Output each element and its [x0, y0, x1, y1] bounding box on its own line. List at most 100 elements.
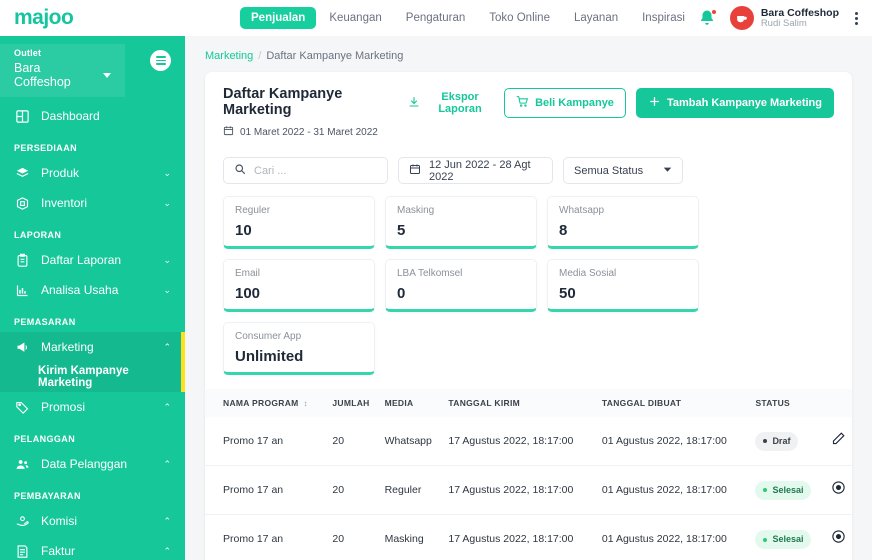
search-field[interactable]	[223, 157, 388, 184]
search-input[interactable]	[254, 164, 374, 177]
topnav-item-pengaturan[interactable]: Pengaturan	[395, 7, 476, 29]
clipboard-icon	[14, 252, 31, 269]
eye-icon[interactable]	[831, 530, 846, 547]
pencil-icon[interactable]	[831, 432, 846, 449]
column-header-tanggal-dibuat: TANGGAL DIBUAT	[597, 389, 752, 417]
user-subtitle: Rudi Salim	[760, 17, 807, 29]
sidebar-subitem-kirim-kampanye-marketing[interactable]: Kirim Kampanye Marketing	[0, 362, 185, 392]
ekspor-laporan-button[interactable]: Ekspor Laporan	[408, 91, 494, 115]
cell-status: Draf	[751, 417, 826, 467]
column-header-label: MEDIA	[384, 398, 414, 408]
sidebar-section-pembayaran: PEMBAYARAN	[14, 491, 81, 501]
tambah-kampanye-label: Tambah Kampanye Marketing	[666, 97, 822, 109]
topnav-item-inspirasi[interactable]: Inspirasi	[631, 7, 696, 29]
stat-value: 10	[235, 222, 252, 239]
sort-icon[interactable]: ↕	[304, 399, 308, 408]
cell-status: Selesai	[751, 514, 826, 560]
top-bar: majoo Penjualan Keuangan Pengaturan Toko On…	[0, 0, 872, 36]
main-content: Marketing / Daftar Kampanye Marketing Da…	[185, 36, 872, 560]
topnav-item-keuangan[interactable]: Keuangan	[318, 7, 392, 29]
stat-value: 50	[559, 285, 576, 302]
cell-media: Masking	[380, 514, 445, 560]
sidebar-item-data-pelanggan[interactable]: Data Pelanggan ⌃	[0, 449, 185, 479]
card-header: Daftar Kampanye Marketing 01 Maret 2022 …	[205, 72, 852, 145]
ekspor-laporan-label: Ekspor Laporan	[438, 91, 482, 115]
sidebar-section-laporan: LAPORAN	[14, 230, 62, 240]
chevron-up-icon: ⌃	[163, 545, 171, 556]
user-info: Bara Coffeshop Rudi Salim	[761, 7, 839, 30]
column-header-label: TANGGAL KIRIM	[448, 398, 520, 408]
outlet-label: Outlet	[14, 48, 42, 58]
sidebar-item-promosi[interactable]: Promosi ⌃	[0, 392, 185, 422]
column-header-nama-program[interactable]: NAMA PROGRAM ↕	[205, 389, 329, 417]
eye-icon[interactable]	[831, 481, 846, 498]
sidebar-item-marketing[interactable]: Marketing ⌃	[0, 332, 185, 362]
cell-nama-program: Promo 17 an	[205, 514, 329, 560]
topnav-item-layanan[interactable]: Layanan	[563, 7, 629, 29]
cell-jumlah: 20	[328, 465, 381, 516]
sidebar-item-faktur[interactable]: Faktur ⌃	[0, 536, 185, 560]
chevron-down-icon: ⌄	[163, 167, 171, 178]
row-action-cell[interactable]	[825, 417, 852, 467]
sidebar-item-label: Daftar Laporan	[41, 253, 122, 267]
outlet-name[interactable]: Bara Coffeshop	[14, 61, 111, 89]
hamburger-icon[interactable]	[150, 50, 171, 71]
tambah-kampanye-button[interactable]: Tambah Kampanye Marketing	[635, 88, 834, 118]
sidebar-item-komisi[interactable]: Komisi ⌃	[0, 506, 185, 536]
row-action-cell[interactable]	[825, 514, 852, 560]
chevron-down-icon: ⌄	[163, 197, 171, 208]
sidebar-item-dashboard[interactable]: Dashboard	[0, 101, 185, 131]
stat-card-whatsapp: Whatsapp 8	[547, 196, 699, 249]
stat-value: 100	[235, 285, 261, 302]
sidebar-item-analisa-usaha[interactable]: Analisa Usaha ⌄	[0, 275, 185, 305]
bell-icon[interactable]	[698, 9, 717, 27]
status-select[interactable]: Semua Status	[563, 157, 683, 184]
dashboard-icon	[14, 108, 31, 125]
column-header-label: TANGGAL DIBUAT	[601, 398, 682, 408]
status-badge: Selesai	[755, 480, 812, 500]
row-action-cell[interactable]	[825, 465, 852, 516]
stats-grid: Reguler 10 Masking 5 Whatsapp 8 Email 100 LBA Te…	[205, 184, 852, 375]
beli-kampanye-button[interactable]: Beli Kampanye	[504, 88, 626, 118]
logo[interactable]: majoo	[0, 0, 185, 36]
cell-tanggal-dibuat: 01 Agustus 2022, 18:17:00	[597, 417, 752, 467]
column-header-jumlah: JUMLAH	[328, 389, 381, 417]
stat-label: Masking	[397, 205, 435, 216]
outlet-selector[interactable]: Outlet Bara Coffeshop	[0, 44, 125, 97]
stat-label: Whatsapp	[559, 205, 605, 216]
topnav-item-toko-online[interactable]: Toko Online	[478, 7, 561, 29]
sidebar-item-produk[interactable]: Produk ⌄	[0, 158, 185, 188]
breadcrumb-parent[interactable]: Marketing	[205, 50, 253, 62]
user-menu[interactable]: Bara Coffeshop Rudi Salim	[729, 6, 839, 30]
sidebar-item-daftar-laporan[interactable]: Daftar Laporan ⌄	[0, 245, 185, 275]
kebab-menu-icon[interactable]	[853, 10, 860, 27]
stat-card-consumer-app: Consumer App Unlimited	[223, 322, 375, 375]
notification-dot	[710, 9, 717, 15]
stat-label: Media Sosial	[559, 268, 617, 279]
card-actions: Ekspor Laporan Beli Kampanye Tambah Kamp…	[408, 86, 834, 118]
table-row[interactable]: Promo 17 an 20 Reguler 17 Agustus 2022, 18:…	[205, 465, 852, 516]
sidebar-item-label: Faktur	[41, 544, 76, 558]
stat-value: Unlimited	[235, 348, 304, 365]
sidebar-item-label: Marketing	[41, 340, 94, 354]
campaign-card: Daftar Kampanye Marketing 01 Maret 2022 …	[205, 72, 852, 560]
card-date-range: 01 Maret 2022 - 31 Maret 2022	[223, 125, 408, 139]
card-title-block: Daftar Kampanye Marketing 01 Maret 2022 …	[223, 86, 408, 139]
search-icon	[234, 163, 246, 178]
stat-label: Consumer App	[235, 331, 302, 342]
sidebar-item-label: Komisi	[41, 514, 78, 528]
table-row[interactable]: Promo 17 an 20 Whatsapp 17 Agustus 2022, 18…	[205, 417, 852, 467]
stat-card-lba-telkomsel: LBA Telkomsel 0	[385, 259, 537, 312]
chevron-up-icon: ⌃	[163, 341, 171, 352]
top-navigation: Penjualan Keuangan Pengaturan Toko Online La…	[240, 7, 696, 29]
topnav-item-penjualan[interactable]: Penjualan	[240, 7, 317, 29]
product-icon	[14, 165, 31, 182]
table-row[interactable]: Promo 17 an 20 Masking 17 Agustus 2022, 18:…	[205, 514, 852, 560]
status-dot-icon	[763, 488, 768, 493]
chevron-down-icon	[103, 72, 111, 78]
sidebar-item-inventori[interactable]: Inventori ⌄	[0, 188, 185, 218]
status-badge-label: Selesai	[772, 534, 804, 545]
date-range-field[interactable]: 12 Jun 2022 - 28 Agt 2022	[398, 157, 553, 184]
cell-media: Whatsapp	[380, 417, 445, 467]
stat-card-media-sosial: Media Sosial 50	[547, 259, 699, 312]
